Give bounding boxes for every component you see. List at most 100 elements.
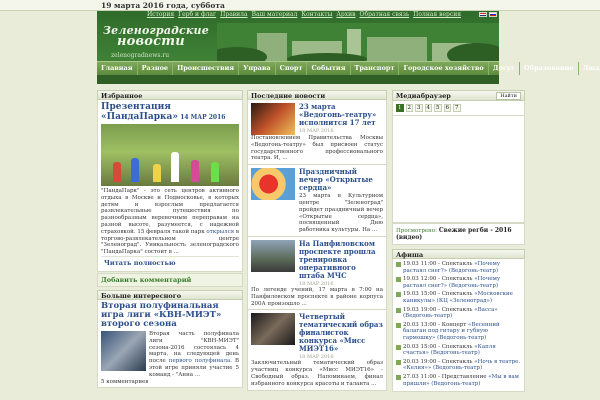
news-text: Заключительный тематический образ участн… [251,360,383,387]
more-article-photo[interactable] [101,330,146,371]
page-1-button[interactable]: 1 [396,104,404,112]
media-pager: 1 2 3 4 5 6 7 [392,101,525,116]
news-photo[interactable] [251,239,295,272]
logo-line-2: новости [117,34,185,49]
news-item: 23 марта «Ведогонь-театру» исполнится 17… [247,100,387,166]
news-date: 18 МАР 2016 [299,128,334,134]
latest-news-column: Последние новости 23 марта «Ведогонь-теа… [247,90,387,391]
page-5-button[interactable]: 5 [434,104,442,112]
nav-incidents[interactable]: Происшествия [173,62,240,75]
left-column: Избранное Презентация «ПандаПарка» 14 МА… [97,90,243,389]
sub-navigation-bar [97,75,499,84]
media-preview-area[interactable] [392,116,525,223]
toplink-submit[interactable]: Ваш материал [252,11,298,18]
nav-city-services[interactable]: Городское хозяйство [399,62,489,75]
more-interesting-box: Вторая полуфинальная игра лиги «КВН-МИЭТ… [97,299,243,389]
afisha-item: 19.03 19:00 - Спектакль «Васса» (Ведогон… [396,307,521,320]
more-article-link[interactable]: первого полуфинала [169,358,230,364]
featured-header: Избранное [97,90,243,100]
news-item: Праздничный вечер «Открытые сердца» 23 м… [247,165,387,237]
nav-events[interactable]: События [307,62,351,75]
page-4-button[interactable]: 4 [424,104,432,112]
nav-misc[interactable]: Разное [138,62,174,75]
more-article-text: Вторая часть полуфинала лиги "КВН-МИЭТ" … [149,330,239,378]
bullet-icon [396,374,401,380]
site-header: История Герб и флаг Правила Ваш материал… [97,11,499,61]
toplink-rules[interactable]: Правила [220,11,247,18]
more-interesting-header: Больше интересного [97,289,243,300]
featured-date: 14 МАР 2016 [180,114,226,121]
nav-sport[interactable]: Спорт [276,62,308,75]
bullet-icon [396,344,401,350]
language-flags [479,12,497,17]
nav-main[interactable]: Главная [97,62,138,75]
toplink-full-version[interactable]: Полная версия [413,11,461,18]
afisha-item: 20.03 15:00 - Спектакль «Капля счастья» … [396,344,521,357]
site-logo[interactable]: Зеленоградские новости [103,25,209,49]
media-now-viewing: Просмотрено: Свежие регби - 2016 (видео) [392,223,525,245]
nav-transport[interactable]: Транспорт [351,62,400,75]
media-browser-header: Медиабраузер Найти [392,90,525,101]
top-bar: 19 марта 2016 года, суббота [0,0,600,11]
bullet-icon [396,359,401,365]
toplink-history[interactable]: История [147,11,174,18]
afisha-header: Афиша [392,249,525,259]
news-item: На Панфиловском проспекте прошла трениро… [247,236,387,311]
page-7-button[interactable]: 7 [453,104,461,112]
featured-text: "ПандаПарк" - это сеть центров активного… [101,188,239,256]
afisha-list: 19.03 11:00 - Спектакль «Почему растаял … [392,259,525,393]
logo-subtitle: zelenogradnews.ru [111,52,170,59]
read-more-link[interactable]: Читать полностью [101,255,239,269]
flag-ru-icon[interactable] [489,12,497,17]
news-photo[interactable] [251,313,295,346]
page-6-button[interactable]: 6 [443,104,451,112]
featured-title[interactable]: Презентация «ПандаПарка» [101,102,178,122]
news-title[interactable]: Праздничный вечер «Открытые сердца» [299,168,383,192]
toplink-archive[interactable]: Архив [336,11,355,18]
more-article-comments[interactable]: 5 комментариев [101,379,239,386]
news-text: По легенде учений, 17 марта в 7:00 на Па… [251,286,383,307]
news-item: Четвертый тематический образ финалисток … [247,310,387,391]
news-text: Постановлением Правительства Москвы «Вед… [251,135,383,162]
top-links: История Герб и флаг Правила Ваш материал… [147,11,461,18]
latest-news-header: Последние новости [247,90,387,100]
featured-photo[interactable] [101,124,239,186]
news-text: 23 марта в Культурном центре "Зеленоград… [299,193,383,234]
featured-box: Презентация «ПандаПарка» 14 МАР 2016 "Па… [97,100,243,272]
nav-administration[interactable]: Управа [239,62,276,75]
afisha-item: 20.03 19:00 - Спектакль «Ночь в театре. … [396,359,521,372]
toplink-emblem[interactable]: Герб и флаг [178,11,216,18]
featured-text-link[interactable]: открылся [206,229,234,235]
nav-people[interactable]: Люди [579,62,600,75]
bullet-icon [396,322,401,328]
afisha-item: 19.03 11:00 - Спектакль «Почему растаял … [396,261,521,274]
afisha-item: 19.03 12:00 - Спектакль «Почему растаял … [396,276,521,289]
news-photo[interactable] [251,103,295,135]
current-date: 19 марта 2016 года, суббота [101,1,225,10]
news-title[interactable]: Четвертый тематический образ финалисток … [299,313,383,353]
bullet-icon [396,307,401,313]
nav-education[interactable]: Образование [520,62,579,75]
flag-uk-icon[interactable] [479,12,487,17]
page-3-button[interactable]: 3 [415,104,423,112]
bullet-icon [396,277,401,283]
main-navigation: Главная Разное Происшествия Управа Спорт… [97,61,600,75]
afisha-item: 19.03 15:00 - Спектакль «Московские кани… [396,291,521,304]
toplink-feedback[interactable]: Обратная связь [360,11,410,18]
nav-leisure[interactable]: Досуг [489,62,520,75]
news-title[interactable]: 23 марта «Ведогонь-театру» исполнится 17… [299,103,383,127]
more-article-title[interactable]: Вторая полуфинальная игра лиги «КВН-МИЭТ… [101,301,239,329]
bullet-icon [396,262,401,267]
media-search-button[interactable]: Найти [496,91,521,100]
news-title[interactable]: На Панфиловском проспекте прошла трениро… [299,239,383,280]
add-comment-button[interactable]: Добавить комментарий [97,272,243,287]
toplink-contacts[interactable]: Контакты [301,11,332,18]
news-photo[interactable] [251,168,295,201]
city-skyline-image [217,23,499,61]
page-2-button[interactable]: 2 [405,104,413,112]
right-column: Медиабраузер Найти 1 2 3 4 5 6 7 Просмот… [392,90,525,393]
afisha-item: 20.03 13:00 - Концерт «Весенний балаган … [396,322,521,342]
bullet-icon [396,292,401,298]
afisha-item: 27.03 11:00 - Представление «Мы в вам пр… [396,374,521,387]
media-browser-title: Медиабраузер [396,91,451,100]
